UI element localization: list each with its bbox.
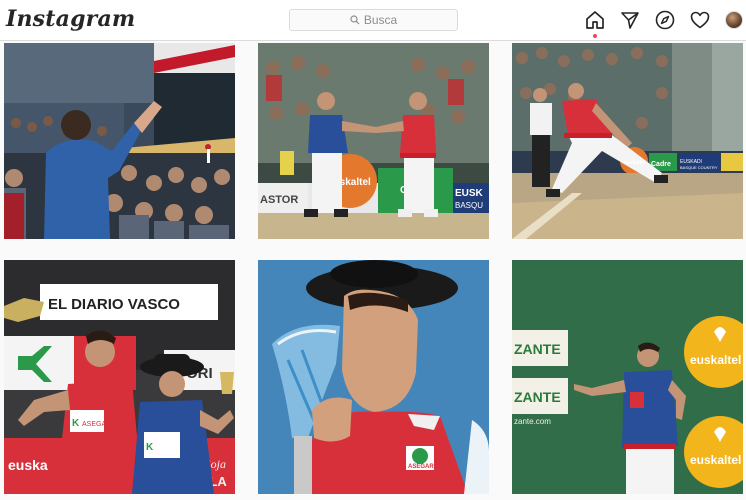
home-icon	[586, 11, 604, 29]
post-image-handshake: ASTOR euskaltel Cadre EUSK BASQU	[258, 43, 489, 239]
search-icon	[350, 15, 360, 25]
svg-text:euskaltel: euskaltel	[690, 353, 741, 367]
instagram-logo[interactable]: Instagram	[6, 6, 135, 32]
svg-text:euskaltel: euskaltel	[624, 160, 646, 166]
svg-text:K: K	[72, 418, 80, 429]
direct-icon	[621, 12, 639, 29]
post-thumbnail[interactable]	[4, 43, 235, 239]
active-indicator-dot	[593, 34, 597, 38]
post-thumbnail[interactable]: ASTOR euskaltel Cadre EUSK BASQU	[258, 43, 489, 239]
activity-button[interactable]	[689, 9, 711, 31]
home-button[interactable]	[584, 9, 606, 38]
post-image-trophy-kiss: ASEGARCE	[258, 260, 489, 494]
explore-icon	[655, 10, 675, 30]
post-thumbnail[interactable]: EL DIARIO VASCO ORI euska Rioja ALA K AS…	[4, 260, 235, 494]
explore-button[interactable]	[654, 9, 676, 31]
svg-text:ASTOR: ASTOR	[260, 194, 298, 206]
svg-text:BASQUE COUNTRY: BASQUE COUNTRY	[680, 165, 718, 170]
post-grid: ASTOR euskaltel Cadre EUSK BASQU	[0, 41, 746, 500]
post-image-podium: EL DIARIO VASCO ORI euska Rioja ALA K AS…	[4, 260, 235, 494]
svg-text:EUSK: EUSK	[455, 188, 484, 199]
svg-text:euska: euska	[8, 457, 48, 473]
svg-text:ZANTE: ZANTE	[514, 389, 561, 405]
direct-messages-button[interactable]	[619, 9, 641, 31]
top-navigation-bar: Instagram Busca	[0, 0, 746, 41]
heart-icon	[690, 11, 710, 29]
svg-text:ZANTE: ZANTE	[514, 341, 561, 357]
post-thumbnail[interactable]: ASEGARCE	[258, 260, 489, 494]
svg-text:euskaltel: euskaltel	[690, 453, 741, 467]
svg-text:ASEGARCE: ASEGARCE	[408, 464, 442, 470]
svg-text:EL DIARIO VASCO: EL DIARIO VASCO	[48, 296, 180, 313]
search-input[interactable]: Busca	[289, 9, 458, 31]
post-thumbnail[interactable]: ZANTE ZANTE zante.com euskaltel euskalte…	[512, 260, 743, 494]
post-image-crowd-fronton	[4, 43, 235, 239]
profile-avatar[interactable]	[725, 11, 743, 29]
post-image-green-wall: ZANTE ZANTE zante.com euskaltel euskalte…	[512, 260, 743, 494]
svg-text:ASEGARCE: ASEGARCE	[82, 421, 121, 428]
search-placeholder: Busca	[363, 13, 398, 27]
svg-text:BASQU: BASQU	[455, 201, 483, 210]
svg-text:zante.com: zante.com	[514, 417, 551, 426]
post-image-action: Cadre EUSKADI BASQUE COUNTRY euskaltel	[512, 43, 743, 239]
post-thumbnail[interactable]: Cadre EUSKADI BASQUE COUNTRY euskaltel	[512, 43, 743, 239]
svg-text:K: K	[146, 442, 154, 453]
